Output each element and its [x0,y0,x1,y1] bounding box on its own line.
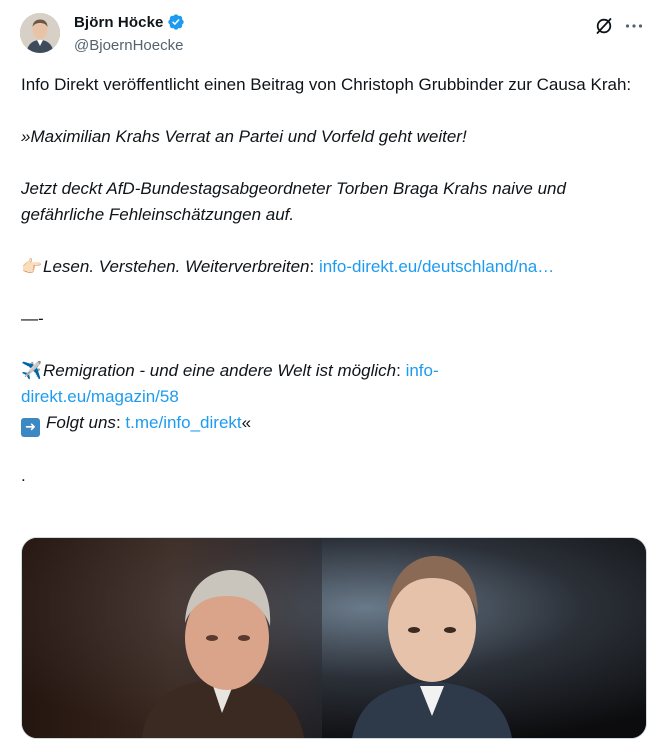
quote-close: « [241,413,252,432]
read-line: 👉🏻Lesen. Verstehen. Weiterverbreiten: in… [21,254,645,280]
tweet-media-image[interactable] [21,537,647,739]
read-link[interactable]: info-direkt.eu/deutschland/na… [319,257,554,276]
avatar[interactable] [20,13,60,53]
verified-badge-icon [167,13,185,31]
magazine-link-end[interactable]: direkt.eu/magazin/58 [21,387,179,406]
avatar-portrait-icon [20,13,60,53]
read-text: Lesen. Verstehen. Weiterverbreiten [43,257,310,276]
read-colon: : [309,257,315,276]
tweet-quote-headline: »Maximilian Krahs Verrat an Partei und V… [21,127,467,146]
grok-icon[interactable] [594,16,614,36]
tweet-quote-body: Jetzt deckt AfD-Bundestagsabgeordneter T… [21,179,566,224]
name-row: Björn Höcke [74,13,185,31]
display-name[interactable]: Björn Höcke [74,14,163,31]
remigration-line: ✈️Remigration - und eine andere Welt ist… [21,358,645,410]
media-photo [22,538,646,738]
separator: —- [21,309,44,328]
right-arrow-icon: ➜ [21,418,40,437]
magazine-link-start[interactable]: info- [406,361,439,380]
more-dots-icon[interactable] [624,16,644,36]
handle[interactable]: @BjoernHoecke [74,37,183,54]
telegram-link[interactable]: t.me/info_direkt [125,413,241,432]
pointing-hand-icon: 👉🏻 [21,257,43,277]
follow-line: ➜ Folgt uns: t.me/info_direkt« [21,410,645,437]
airplane-icon: ✈️ [21,361,43,381]
follow-text: Folgt uns [46,413,116,432]
tweet: Björn Höcke @BjoernHoecke Info Direkt ve… [0,0,659,739]
tweet-text: Info Direkt veröffentlicht einen Beitrag… [21,72,645,489]
trailing-dot: . [21,466,26,485]
remigration-colon: : [396,361,401,380]
tweet-intro: Info Direkt veröffentlicht einen Beitrag… [21,75,632,94]
follow-colon: : [115,413,121,432]
remigration-text: Remigration - und eine andere Welt ist m… [43,361,397,380]
